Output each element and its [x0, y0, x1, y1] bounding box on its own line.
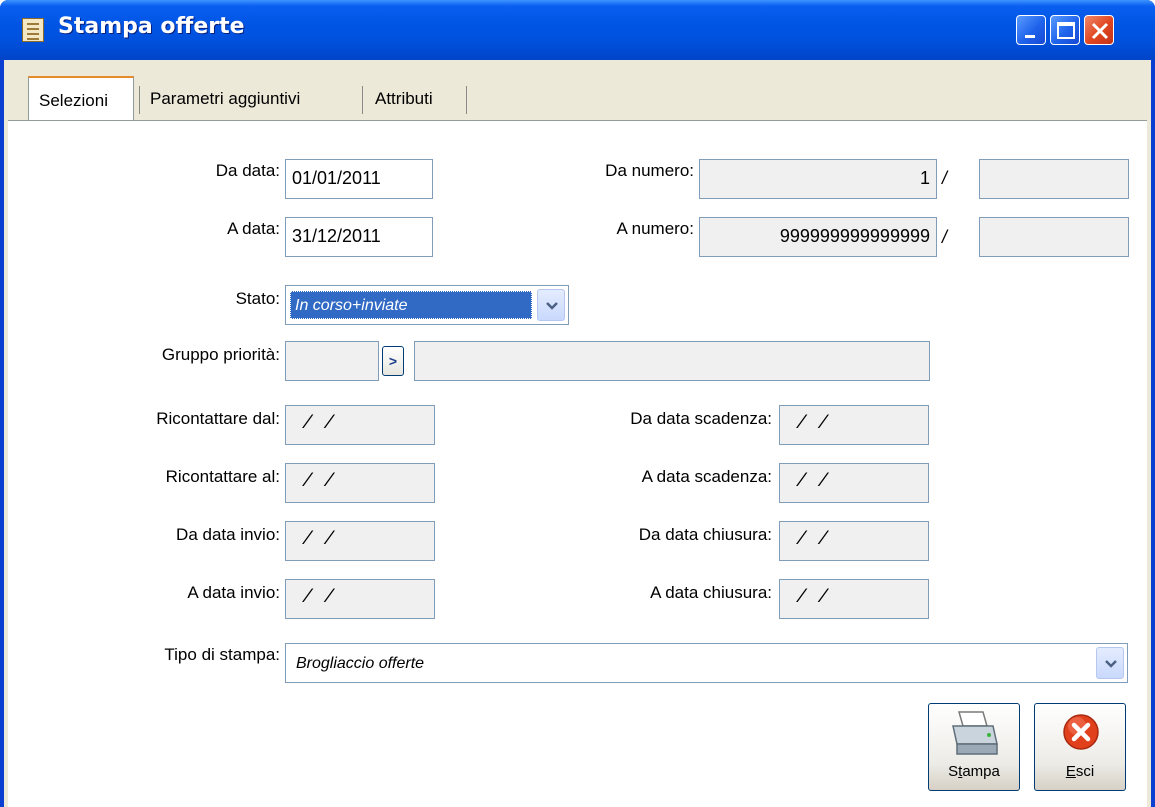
a-numero-label: A numero:	[616, 219, 695, 238]
chevron-right-icon: >	[388, 353, 398, 369]
a-data-field[interactable]: 31/12/2011	[285, 217, 433, 257]
tipo-di-stampa-value: Brogliaccio offerte	[296, 655, 425, 672]
tipo-di-stampa-label: Tipo di stampa:	[164, 645, 280, 664]
selezioni-panel: Da data: 01/01/2011 Da numero: 1 / A dat…	[8, 120, 1147, 807]
da-data-chiusura-label: Da data chiusura:	[638, 525, 772, 544]
tab-label: Attributi	[375, 89, 433, 108]
numero-separator: /	[942, 227, 948, 247]
tab-separator	[139, 86, 140, 114]
chevron-down-icon	[1105, 660, 1117, 668]
document-icon	[22, 18, 44, 42]
gruppo-priorita-zoom-button[interactable]: >	[382, 346, 404, 376]
minimize-icon	[1025, 35, 1035, 38]
minimize-button[interactable]	[1016, 15, 1046, 45]
tipo-di-stampa-select[interactable]: Brogliaccio offerte	[285, 643, 1128, 683]
gruppo-priorita-code-field[interactable]	[285, 341, 379, 381]
ricontattare-al-field[interactable]: / /	[285, 463, 435, 503]
tab-parametri-aggiuntivi[interactable]: Parametri aggiuntivi	[150, 76, 350, 120]
ricontattare-dal-field[interactable]: / /	[285, 405, 435, 445]
tipo-di-stampa-dropdown-button[interactable]	[1096, 647, 1124, 679]
maximize-button[interactable]	[1050, 15, 1080, 45]
stato-dropdown-button[interactable]	[537, 289, 565, 321]
window-title: Stampa offerte	[58, 14, 245, 39]
ricontattare-dal-label: Ricontattare dal:	[156, 409, 280, 428]
da-data-label: Da data:	[215, 161, 280, 180]
a-serie-field[interactable]	[979, 217, 1129, 257]
da-data-scadenza-field[interactable]: / /	[779, 405, 929, 445]
title-bar[interactable]: Stampa offerte	[0, 0, 1155, 60]
stato-value: In corso+inviate	[290, 291, 532, 319]
close-icon	[1091, 22, 1109, 40]
da-serie-field[interactable]	[979, 159, 1129, 199]
a-numero-field[interactable]: 999999999999999	[699, 217, 937, 257]
da-numero-field[interactable]: 1	[699, 159, 937, 199]
a-data-label: A data:	[227, 219, 280, 238]
stato-select[interactable]: In corso+inviate	[285, 285, 569, 325]
tab-label: Selezioni	[39, 91, 108, 110]
tab-separator	[466, 86, 467, 114]
window-client-area: Selezioni Parametri aggiuntivi Attributi…	[4, 60, 1151, 807]
da-data-invio-field[interactable]: / /	[285, 521, 435, 561]
a-data-scadenza-field[interactable]: / /	[779, 463, 929, 503]
esci-label: Esci	[1065, 763, 1095, 780]
a-data-scadenza-label: A data scadenza:	[641, 467, 772, 486]
a-data-invio-field[interactable]: / /	[285, 579, 435, 619]
maximize-icon	[1057, 22, 1075, 39]
stampa-button[interactable]: Stampa	[928, 703, 1020, 791]
application-window: Stampa offerte Selezioni Parametri aggiu…	[0, 0, 1155, 807]
numero-separator: /	[942, 168, 948, 188]
tab-label: Parametri aggiuntivi	[150, 89, 301, 108]
exit-icon	[1063, 714, 1099, 750]
gruppo-priorita-description-field	[414, 341, 930, 381]
tab-separator	[362, 86, 363, 114]
da-data-field[interactable]: 01/01/2011	[285, 159, 433, 199]
close-button[interactable]	[1084, 15, 1114, 45]
da-numero-label: Da numero:	[605, 161, 694, 180]
a-data-chiusura-field[interactable]: / /	[779, 579, 929, 619]
tab-attributi[interactable]: Attributi	[375, 76, 459, 120]
printer-icon	[952, 711, 998, 755]
da-data-scadenza-label: Da data scadenza:	[630, 409, 772, 428]
chevron-down-icon	[546, 302, 558, 310]
a-data-invio-label: A data invio:	[187, 583, 280, 602]
tab-strip: Selezioni Parametri aggiuntivi Attributi	[28, 76, 488, 120]
da-data-chiusura-field[interactable]: / /	[779, 521, 929, 561]
tab-selezioni[interactable]: Selezioni	[28, 76, 134, 120]
esci-button[interactable]: Esci	[1034, 703, 1126, 791]
stato-label: Stato:	[235, 289, 280, 308]
gruppo-priorita-label: Gruppo priorità:	[161, 345, 280, 364]
da-data-invio-label: Da data invio:	[176, 525, 280, 544]
stampa-label: Stampa	[948, 763, 1000, 780]
ricontattare-al-label: Ricontattare al:	[165, 467, 280, 486]
a-data-chiusura-label: A data chiusura:	[650, 583, 772, 602]
